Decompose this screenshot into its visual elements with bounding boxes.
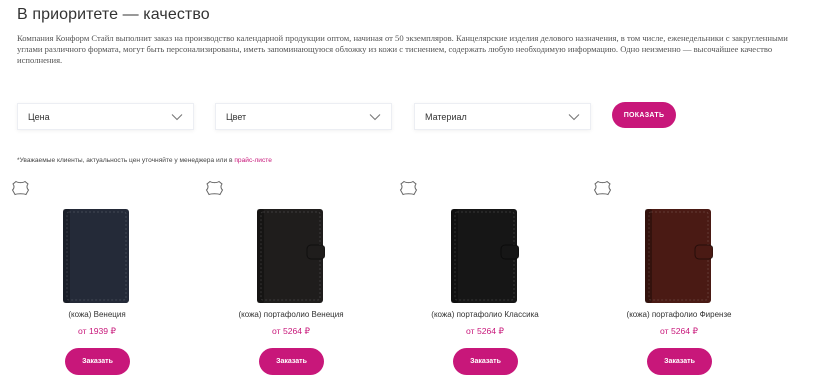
product-card: (кожа) портафолио Венеция от 5264 ₽ Зака…: [194, 180, 388, 377]
chevron-down-icon: [568, 113, 580, 121]
chevron-down-icon: [171, 113, 183, 121]
leather-hide-icon: [205, 180, 224, 197]
product-price: от 5264 ₽: [272, 326, 310, 336]
product-price: от 1939 ₽: [78, 326, 116, 336]
show-button[interactable]: ПОКАЗАТЬ: [612, 102, 676, 128]
intro-text: Компания Конформ Стайл выполнит заказ на…: [17, 33, 788, 65]
leather-hide-icon: [399, 180, 418, 197]
price-filter-label: Цена: [28, 111, 50, 122]
product-card: (кожа) портафолио Классика от 5264 ₽ Зак…: [388, 180, 582, 377]
material-filter-select[interactable]: Материал: [414, 103, 591, 130]
page-title: В приоритете — качество: [17, 6, 210, 23]
leather-hide-icon: [593, 180, 612, 197]
product-name[interactable]: (кожа) портафолио Классика: [388, 310, 582, 319]
product-name[interactable]: (кожа) портафолио Фирензе: [582, 310, 776, 319]
product-image[interactable]: [449, 207, 519, 305]
price-list-link[interactable]: прайс-листе: [234, 157, 272, 164]
material-filter-label: Материал: [425, 111, 467, 122]
color-filter-select[interactable]: Цвет: [215, 103, 392, 130]
leather-hide-icon: [11, 180, 30, 197]
chevron-down-icon: [369, 113, 381, 121]
product-card: (кожа) Венеция от 1939 ₽ Заказать: [0, 180, 194, 377]
product-name[interactable]: (кожа) Венеция: [0, 310, 194, 319]
product-card: (кожа) портафолио Фирензе от 5264 ₽ Зака…: [582, 180, 776, 377]
price-note: *Уважаемые клиенты, актуальность цен уто…: [17, 157, 272, 164]
color-filter-label: Цвет: [226, 111, 247, 122]
product-image[interactable]: [643, 207, 713, 305]
order-button[interactable]: Заказать: [259, 348, 324, 375]
product-price: от 5264 ₽: [466, 326, 504, 336]
price-filter-select[interactable]: Цена: [17, 103, 194, 130]
order-button[interactable]: Заказать: [647, 348, 712, 375]
order-button[interactable]: Заказать: [453, 348, 518, 375]
order-button[interactable]: Заказать: [65, 348, 130, 375]
product-name[interactable]: (кожа) портафолио Венеция: [194, 310, 388, 319]
price-note-text: *Уважаемые клиенты, актуальность цен уто…: [17, 157, 235, 164]
product-price: от 5264 ₽: [660, 326, 698, 336]
product-image[interactable]: [255, 207, 325, 305]
product-image[interactable]: [61, 207, 131, 305]
